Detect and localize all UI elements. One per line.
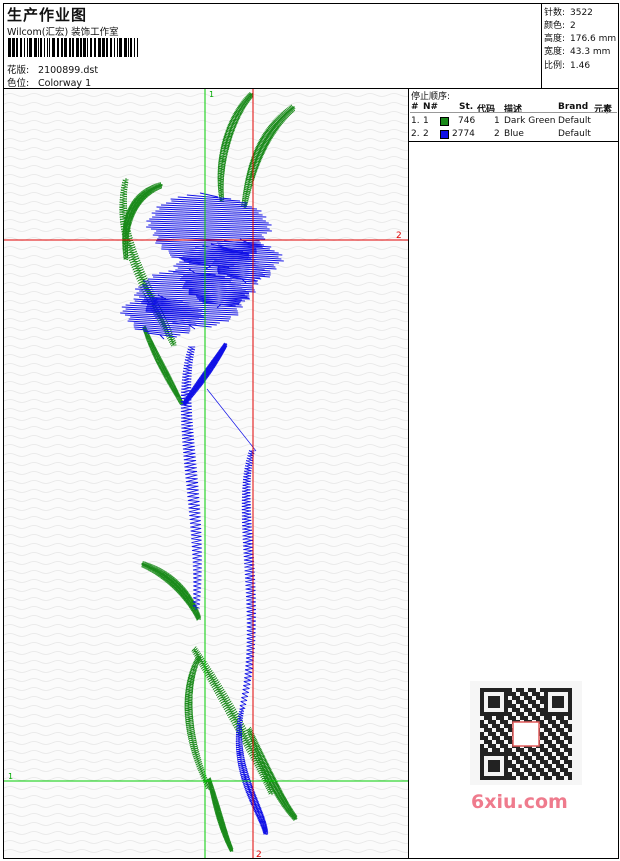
stop-sequence-title: 停止顺序: (411, 92, 451, 102)
row-stitches: 2774 (452, 129, 475, 139)
barcode-bar (128, 38, 129, 57)
barcode-bar (38, 38, 39, 57)
barcode-bar (27, 38, 28, 57)
barcode-bar (110, 38, 112, 57)
row-index: 2. (411, 129, 420, 139)
row-code: 1 (494, 116, 500, 126)
barcode-bar (83, 38, 86, 57)
col-n: N# (423, 102, 439, 112)
barcode-bar (106, 38, 108, 57)
stat-value: 2 (570, 21, 576, 31)
barcode-bar (130, 38, 132, 57)
stop-sequence-panel (408, 88, 619, 859)
table-header-rule (410, 112, 617, 113)
barcode-bar (72, 38, 74, 57)
stat-colors: 颜色: 2 (544, 18, 576, 31)
barcode-bar (117, 38, 118, 57)
stat-value: 1.46 (570, 61, 591, 71)
stat-height: 高度: 176.6 mm (544, 31, 616, 44)
studio-subtitle: Wilcom(汇宏) 装饰工作室 (7, 27, 119, 38)
stat-label: 比例: (544, 61, 566, 71)
barcode-bar (40, 38, 42, 57)
colorway-line: 色位: Colorway 1 (7, 75, 91, 89)
barcode-bar (47, 38, 48, 57)
stat-label: 针数: (544, 8, 566, 18)
col-element: 元素 (594, 105, 613, 115)
col-stitches: St. (459, 102, 474, 112)
barcode-bar (134, 38, 135, 57)
barcode-bar (24, 38, 25, 57)
row-description: Dark Green (504, 116, 556, 126)
colorway-label: 色位: (7, 78, 30, 89)
guide-label-h-red: 2 (396, 231, 402, 241)
row-stitches: 746 (458, 116, 476, 126)
row-brand: Default (558, 116, 591, 126)
barcode-bar (90, 38, 92, 57)
barcode (8, 38, 138, 57)
row-index: 1. (411, 116, 420, 126)
barcode-bar (69, 38, 71, 57)
col-description: 描述 (504, 105, 523, 115)
stat-value: 43.3 mm (570, 47, 611, 57)
stat-label: 颜色: (544, 21, 566, 31)
stat-label: 宽度: (544, 47, 566, 57)
thread-swatch (440, 117, 449, 126)
row-n: 1 (423, 116, 429, 126)
barcode-bar (20, 38, 22, 57)
row-brand: Default (558, 129, 591, 139)
page-title: 生产作业图 (7, 6, 88, 24)
guide-label-v-red: 2 (256, 850, 262, 859)
barcode-bar (61, 38, 63, 57)
barcode-bar (102, 38, 105, 57)
barcode-bar (49, 38, 50, 57)
row-code: 2 (494, 129, 500, 139)
row-description: Blue (504, 129, 524, 139)
col-code: 代码 (477, 105, 496, 115)
stat-label: 高度: (544, 34, 566, 44)
barcode-bar (76, 38, 79, 57)
embroidery-design: 1 2 2 1 (4, 89, 408, 859)
barcode-bar (57, 38, 59, 57)
barcode-bar (124, 38, 127, 57)
barcode-bar (16, 38, 18, 57)
barcode-bar (29, 38, 32, 57)
embroidery-preview: 1 2 2 1 (3, 88, 409, 859)
stat-value: 3522 (570, 8, 593, 18)
barcode-bar (137, 38, 138, 57)
barcode-bar (52, 38, 55, 57)
barcode-bar (8, 38, 11, 57)
barcode-bar (44, 38, 45, 57)
table-bottom-rule (408, 141, 619, 142)
stat-width: 宽度: 43.3 mm (544, 44, 610, 57)
barcode-bar (12, 38, 15, 57)
guide-label-h-green: 1 (8, 772, 13, 781)
barcode-bar (64, 38, 67, 57)
barcode-bar (94, 38, 96, 57)
guide-label-v-green: 1 (209, 90, 214, 99)
barcode-bar (80, 38, 82, 57)
pattern-line: 花版: 2100899.dst (7, 62, 98, 76)
thread-swatch (440, 130, 449, 139)
barcode-bar (119, 38, 122, 57)
pattern-label: 花版: (7, 65, 30, 76)
barcode-bar (34, 38, 37, 57)
col-index: # (411, 102, 419, 112)
stat-value: 176.6 mm (570, 34, 617, 44)
row-n: 2 (423, 129, 429, 139)
barcode-bar (87, 38, 88, 57)
barcode-bar (98, 38, 101, 57)
barcode-bar (114, 38, 115, 57)
stat-scale: 比例: 1.46 (544, 58, 590, 71)
col-brand: Brand (558, 102, 589, 112)
stat-stitches: 针数: 3522 (544, 5, 593, 18)
